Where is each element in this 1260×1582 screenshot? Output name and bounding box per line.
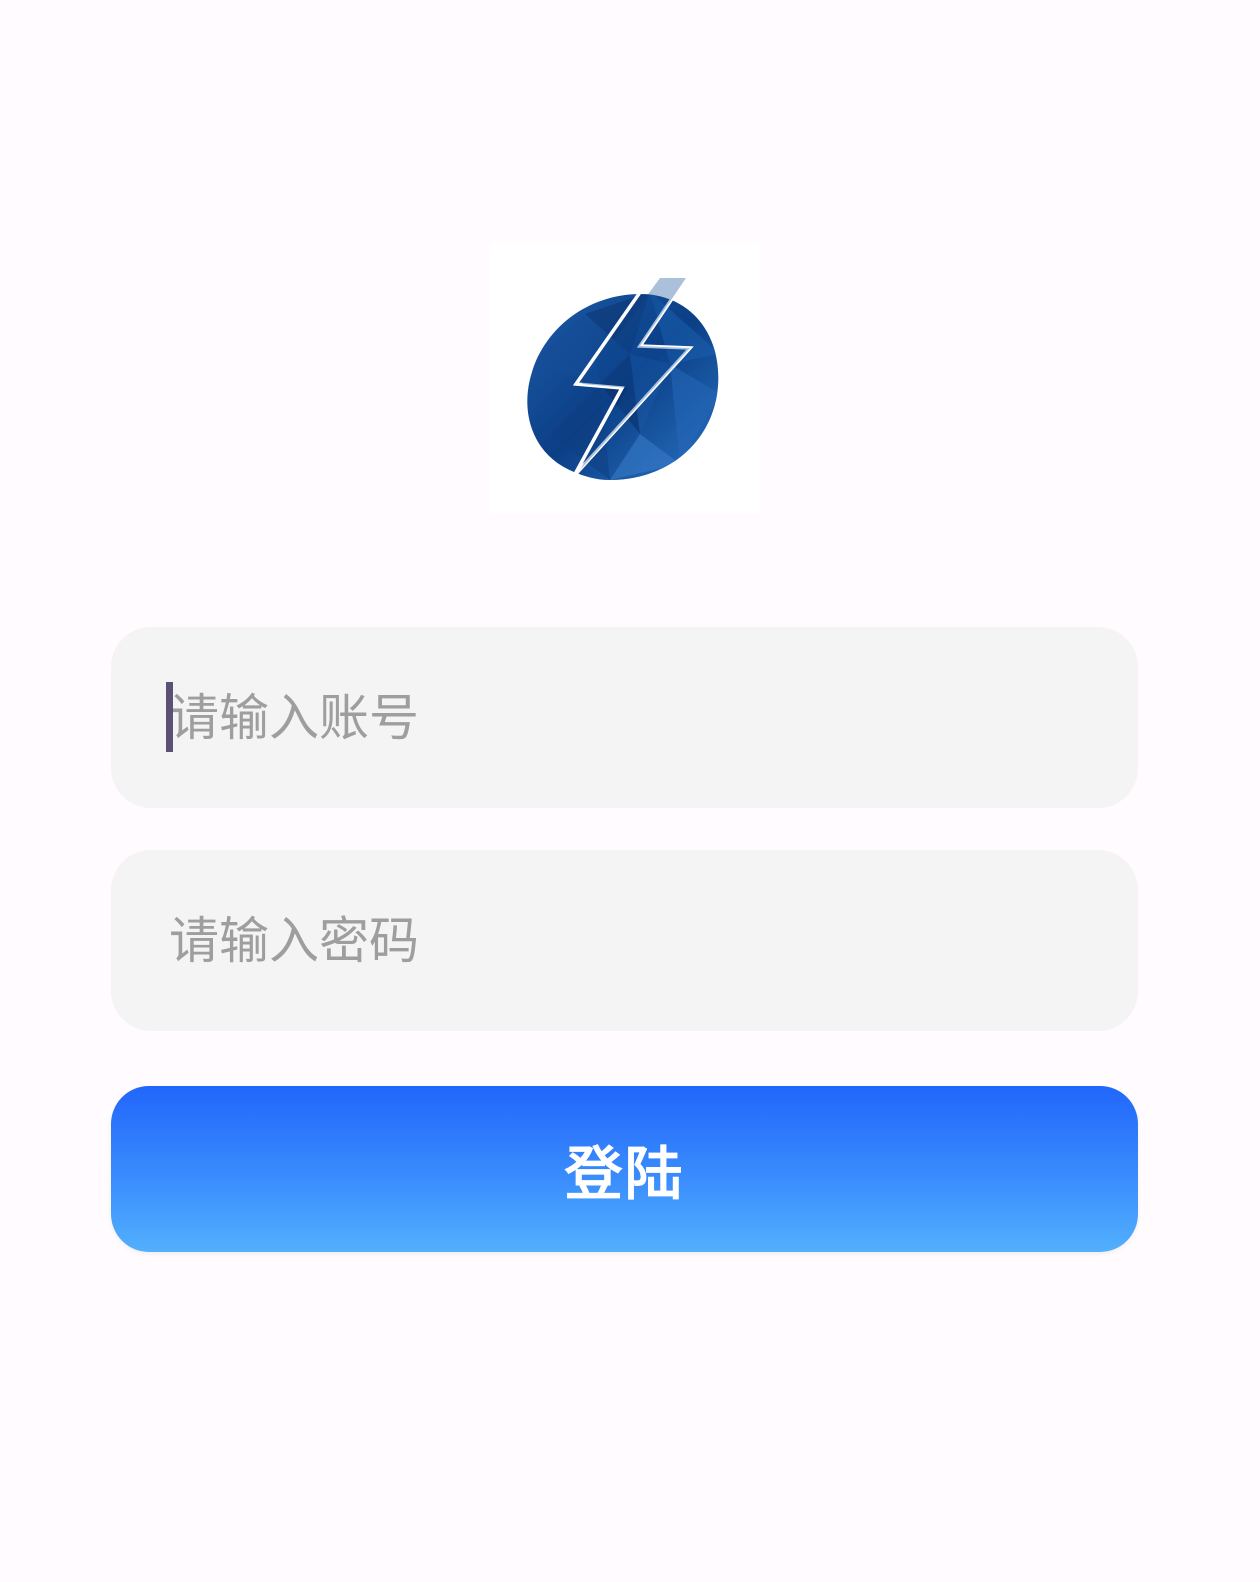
account-field[interactable]	[111, 627, 1138, 808]
account-input[interactable]	[169, 627, 1138, 808]
lightning-bolt-logo-icon	[527, 276, 719, 480]
text-caret	[166, 682, 173, 752]
login-button[interactable]: 登陆	[111, 1086, 1138, 1252]
password-field[interactable]	[111, 850, 1138, 1031]
password-input[interactable]	[169, 850, 1138, 1031]
app-logo	[490, 244, 760, 514]
